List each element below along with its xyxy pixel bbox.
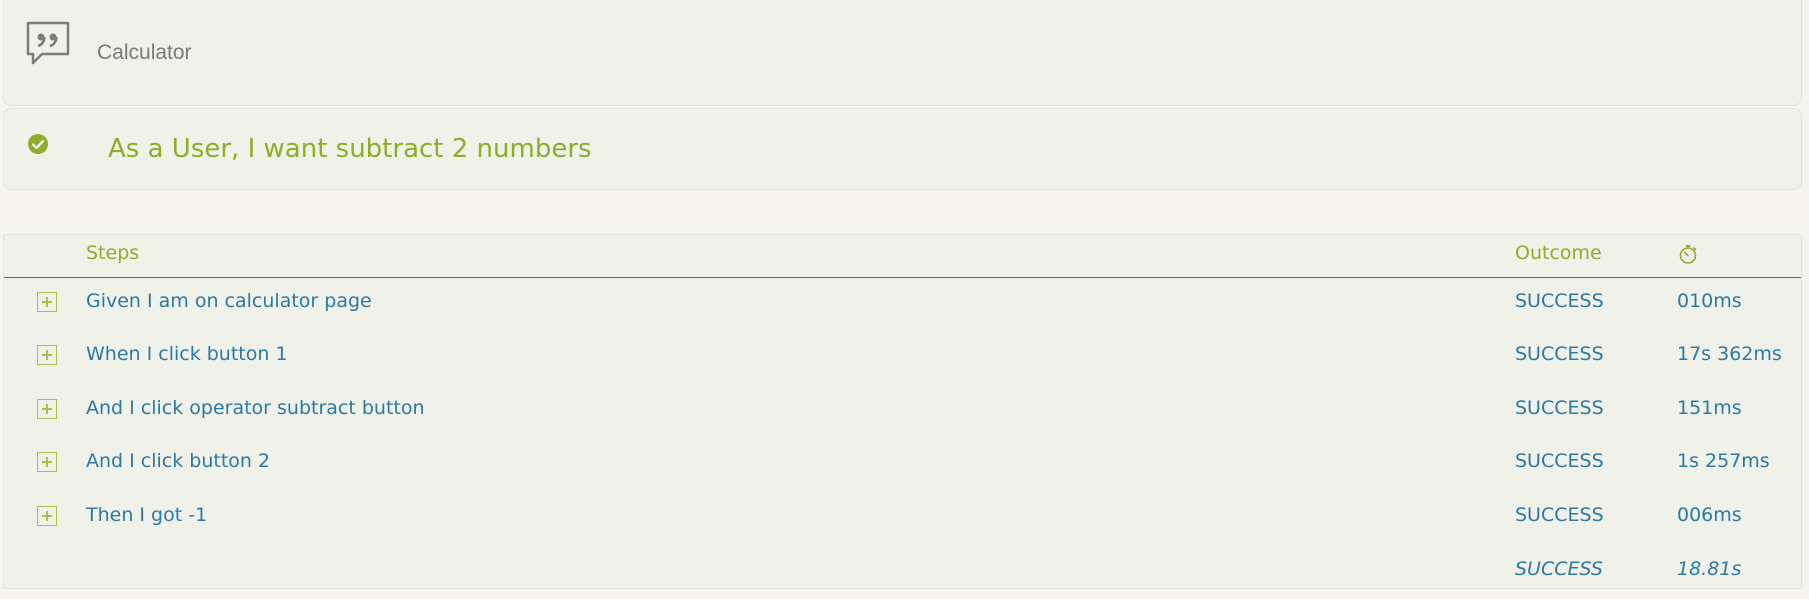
step-outcome: SUCCESS: [1515, 397, 1604, 419]
step-text[interactable]: And I click operator subtract button: [86, 397, 425, 419]
step-outcome: SUCCESS: [1515, 450, 1604, 472]
report-page: Calculator As a User, I want subtract 2 …: [0, 0, 1809, 599]
table-total-row: SUCCESS 18.81s: [4, 546, 1801, 599]
expand-icon[interactable]: [37, 292, 57, 312]
expand-icon[interactable]: [37, 399, 57, 419]
step-text[interactable]: When I click button 1: [86, 343, 288, 365]
table-row: And I click button 2 SUCCESS 1s 257ms: [4, 438, 1801, 491]
step-text[interactable]: Given I am on calculator page: [86, 290, 372, 312]
table-header: Steps Outcome: [4, 235, 1801, 278]
scenario-header: As a User, I want subtract 2 numbers: [3, 108, 1802, 190]
step-outcome: SUCCESS: [1515, 504, 1604, 526]
expand-icon[interactable]: [37, 452, 57, 472]
check-circle-icon: [28, 134, 48, 154]
step-duration: 1s 257ms: [1677, 450, 1770, 472]
table-row: Given I am on calculator page SUCCESS 01…: [4, 278, 1801, 331]
table-row: Then I got -1 SUCCESS 006ms: [4, 492, 1801, 545]
steps-column-header: Steps: [86, 242, 140, 264]
table-row: When I click button 1 SUCCESS 17s 362ms: [4, 331, 1801, 384]
step-text[interactable]: Then I got -1: [86, 504, 207, 526]
step-duration: 006ms: [1677, 504, 1742, 526]
outcome-column-header: Outcome: [1515, 242, 1602, 264]
stopwatch-icon: [1679, 245, 1697, 264]
step-text[interactable]: And I click button 2: [86, 450, 270, 472]
expand-icon[interactable]: [37, 345, 57, 365]
quote-icon: [26, 21, 70, 65]
step-duration: 17s 362ms: [1677, 343, 1782, 365]
story-title: Calculator: [97, 41, 192, 64]
step-duration: 151ms: [1677, 397, 1742, 419]
step-outcome: SUCCESS: [1515, 343, 1604, 365]
step-outcome: SUCCESS: [1515, 290, 1604, 312]
scenario-title: As a User, I want subtract 2 numbers: [108, 134, 592, 164]
table-row: And I click operator subtract button SUC…: [4, 385, 1801, 438]
steps-table: Steps Outcome Given I am on calculator p…: [3, 234, 1802, 589]
total-outcome: SUCCESS: [1515, 558, 1603, 580]
expand-icon[interactable]: [37, 506, 57, 526]
story-header: Calculator: [3, 0, 1802, 106]
step-duration: 010ms: [1677, 290, 1742, 312]
total-duration: 18.81s: [1677, 558, 1742, 580]
